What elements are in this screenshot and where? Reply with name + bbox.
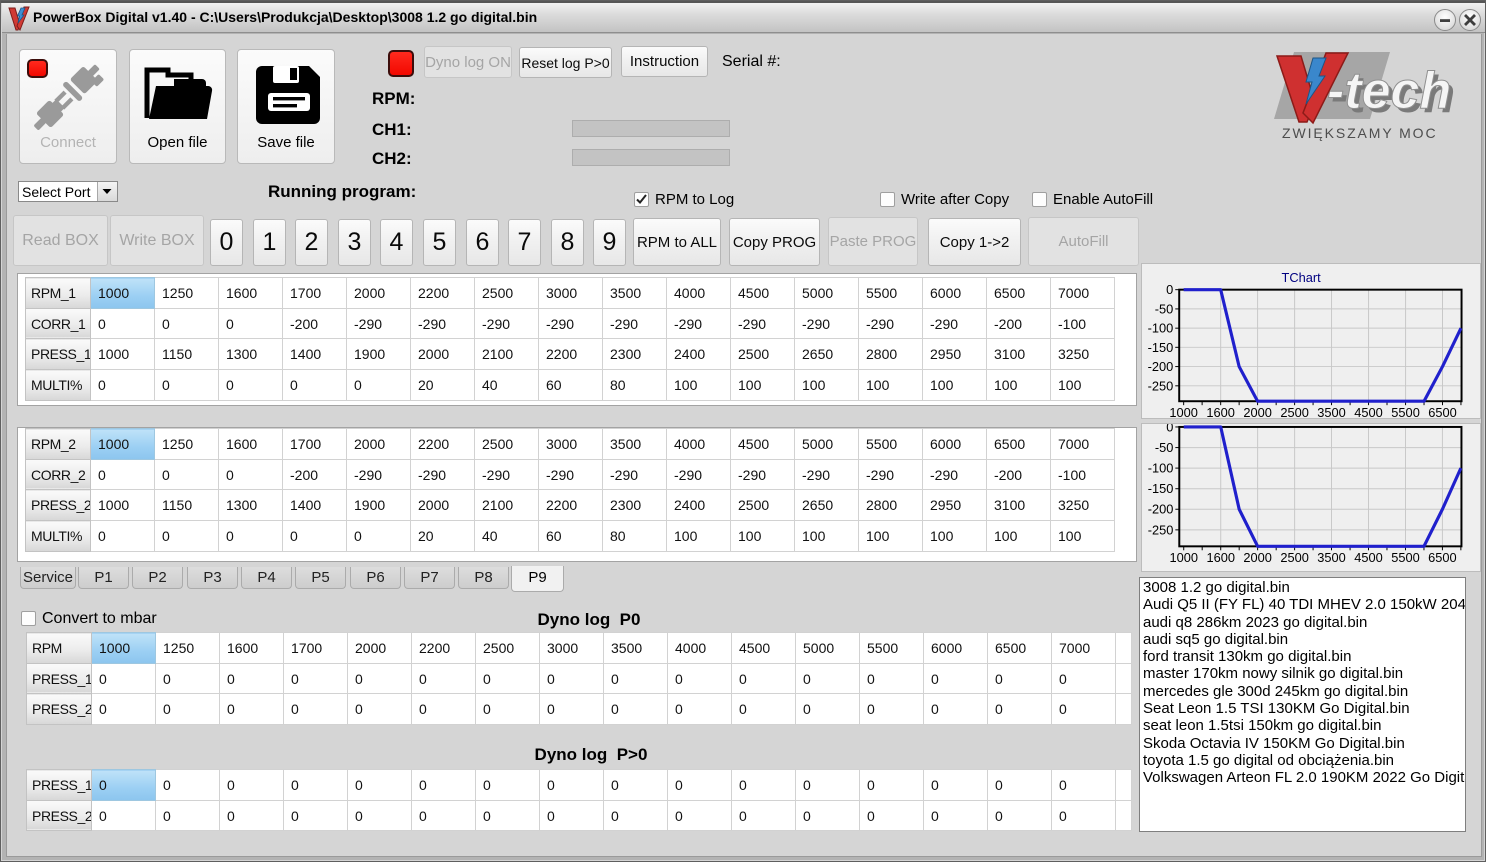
svg-text:6500: 6500: [1428, 405, 1457, 419]
svg-text:-150: -150: [1148, 340, 1174, 355]
svg-text:2500: 2500: [1280, 405, 1309, 419]
svg-text:1000: 1000: [1169, 550, 1198, 565]
svg-text:6500: 6500: [1428, 550, 1457, 565]
svg-text:-tech: -tech: [1327, 62, 1451, 120]
svg-text:-150: -150: [1148, 481, 1174, 496]
svg-text:TChart: TChart: [1282, 270, 1322, 285]
svg-text:-50: -50: [1155, 440, 1174, 455]
svg-text:-100: -100: [1148, 321, 1174, 336]
svg-text:-250: -250: [1148, 378, 1174, 393]
svg-text:1000: 1000: [1169, 405, 1198, 419]
svg-text:2000: 2000: [1243, 550, 1272, 565]
svg-text:2500: 2500: [1280, 550, 1309, 565]
svg-text:0: 0: [1166, 423, 1173, 434]
svg-text:1600: 1600: [1206, 405, 1235, 419]
svg-text:5500: 5500: [1391, 550, 1420, 565]
svg-text:-200: -200: [1148, 359, 1174, 374]
svg-text:-250: -250: [1148, 522, 1174, 537]
svg-text:3500: 3500: [1317, 405, 1346, 419]
svg-text:-200: -200: [1148, 502, 1174, 517]
svg-text:ZWIĘKSZAMY MOC: ZWIĘKSZAMY MOC: [1282, 125, 1437, 141]
svg-text:1600: 1600: [1206, 550, 1235, 565]
svg-text:-50: -50: [1155, 301, 1174, 316]
svg-text:0: 0: [1166, 282, 1173, 297]
svg-text:2000: 2000: [1243, 405, 1272, 419]
svg-text:4500: 4500: [1354, 405, 1383, 419]
svg-text:5500: 5500: [1391, 405, 1420, 419]
svg-text:3500: 3500: [1317, 550, 1346, 565]
svg-text:4500: 4500: [1354, 550, 1383, 565]
svg-text:-100: -100: [1148, 461, 1174, 476]
